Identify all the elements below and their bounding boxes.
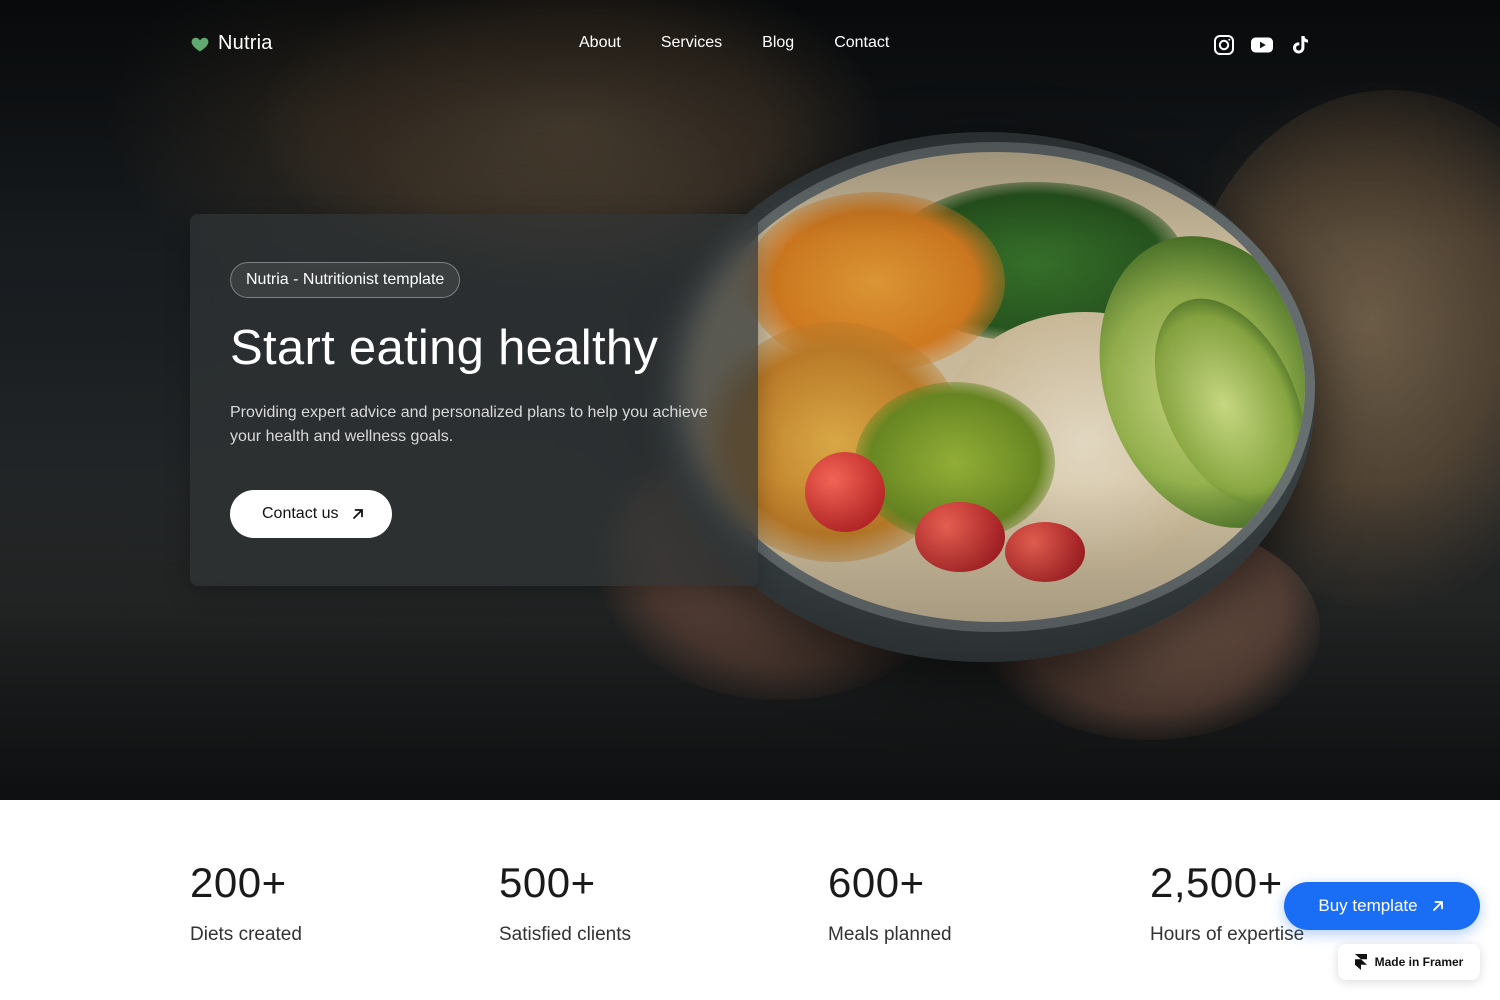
made-in-framer-label: Made in Framer <box>1374 955 1464 969</box>
contact-us-button[interactable]: Contact us <box>230 490 393 538</box>
buy-template-button[interactable]: Buy template <box>1284 882 1480 930</box>
stat-item: 500+ Satisfied clients <box>499 858 631 946</box>
hero-headline: Start eating healthy <box>230 321 659 375</box>
stat-label: Satisfied clients <box>499 924 632 945</box>
arrow-up-right-icon <box>353 509 364 519</box>
top-navigation: Nutria About Services Blog Contact <box>0 0 1500 90</box>
stat-item: 600+ Meals planned <box>828 858 952 946</box>
framer-icon <box>1354 954 1367 970</box>
stat-label: Diets created <box>190 924 302 945</box>
brand-name: Nutria <box>218 32 273 54</box>
stat-label: Hours of expertise <box>1150 924 1305 945</box>
hero-subtext: Providing expert advice and personalized… <box>230 404 708 445</box>
stats-section: 200+ Diets created 500+ Satisfied client… <box>0 800 1500 1000</box>
nav-links: About Services Blog Contact <box>579 34 889 52</box>
nav-link-about[interactable]: About <box>579 34 621 52</box>
heart-icon <box>191 37 209 51</box>
tiktok-icon[interactable] <box>1288 33 1312 57</box>
instagram-icon[interactable] <box>1212 33 1236 57</box>
template-tag: Nutria - Nutritionist template <box>230 262 461 298</box>
nav-link-blog[interactable]: Blog <box>762 34 794 52</box>
buy-template-label: Buy template <box>1318 896 1418 915</box>
hero-section: Nutria About Services Blog Contact Nutri… <box>0 0 1500 800</box>
stat-value: 600+ <box>828 859 925 906</box>
stat-value: 2,500+ <box>1150 859 1283 906</box>
nav-link-contact[interactable]: Contact <box>834 34 889 52</box>
hero-card: Nutria - Nutritionist template Start eat… <box>190 214 758 586</box>
contact-us-label: Contact us <box>262 505 339 522</box>
nav-link-services[interactable]: Services <box>661 34 722 52</box>
stat-item: 200+ Diets created <box>190 858 302 946</box>
stat-value: 500+ <box>499 859 596 906</box>
social-links <box>1212 33 1312 57</box>
stat-value: 200+ <box>190 859 287 906</box>
arrow-up-right-icon <box>1432 901 1443 911</box>
youtube-icon[interactable] <box>1250 33 1274 57</box>
brand-logo[interactable]: Nutria <box>190 32 273 55</box>
stat-label: Meals planned <box>828 924 952 945</box>
made-in-framer-badge[interactable]: Made in Framer <box>1338 944 1480 980</box>
stat-item: 2,500+ Hours of expertise <box>1150 858 1304 946</box>
